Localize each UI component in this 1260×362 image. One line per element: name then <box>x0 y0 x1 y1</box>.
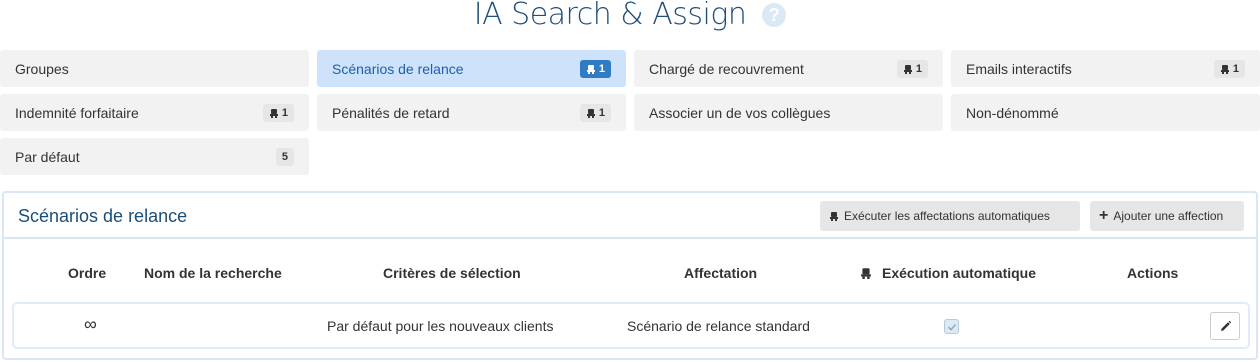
count-badge: 1 <box>1213 59 1245 78</box>
panel-header: Scénarios de relance Exécuter les affect… <box>4 193 1256 239</box>
group-item-emails-interactifs[interactable]: Emails interactifs 1 <box>951 50 1260 87</box>
group-item-non-denomme[interactable]: Non-dénommé <box>951 94 1260 131</box>
column-header-ordre: Ordre <box>68 265 107 281</box>
order-cell: ∞ <box>84 314 97 334</box>
group-item-label: Par défaut <box>15 148 80 165</box>
group-item-label: Indemnité forfaitaire <box>15 104 139 121</box>
robot-icon <box>269 108 279 118</box>
count-badge: 1 <box>579 103 611 122</box>
robot-icon <box>1220 64 1230 74</box>
robot-icon <box>903 64 913 74</box>
robot-icon <box>586 108 596 118</box>
execute-button-label: Exécuter les affectations automatiques <box>844 209 1050 223</box>
group-item-label: Non-dénommé <box>966 104 1059 121</box>
group-item-penalites-de-retard[interactable]: Pénalités de retard 1 <box>317 94 626 131</box>
robot-icon <box>860 267 872 279</box>
column-header-actions: Actions <box>1127 265 1179 281</box>
column-header-nom: Nom de la recherche <box>144 265 282 281</box>
badge-count: 5 <box>281 150 288 163</box>
group-item-label: Groupes <box>15 60 69 77</box>
group-item-label: Scénarios de relance <box>332 60 464 77</box>
edit-button[interactable] <box>1210 312 1240 340</box>
robot-icon <box>829 211 839 221</box>
execute-auto-assignments-button[interactable]: Exécuter les affectations automatiques <box>820 201 1080 231</box>
criteria-cell: Par défaut pour les nouveaux clients <box>327 318 554 334</box>
group-item-label: Emails interactifs <box>966 60 1072 77</box>
group-item-label: Pénalités de retard <box>332 104 450 121</box>
page-title: IA Search & Assign <box>473 0 747 32</box>
count-badge: 1 <box>262 103 294 122</box>
badge-count: 1 <box>281 106 288 119</box>
question-circle-icon[interactable]: ? <box>762 3 787 27</box>
badge-count: 1 <box>915 62 922 75</box>
count-badge: 5 <box>275 147 294 166</box>
badge-count: 1 <box>598 62 605 75</box>
group-item-par-defaut[interactable]: Par défaut 5 <box>0 138 309 175</box>
title-row: IA Search & Assign ? <box>0 0 1260 36</box>
column-header-execution: Exécution automatique <box>860 265 1036 281</box>
group-item-indemnite-forfaitaire[interactable]: Indemnité forfaitaire 1 <box>0 94 309 131</box>
robot-icon <box>586 64 596 74</box>
count-badge: 1 <box>896 59 928 78</box>
assignment-cell: Scénario de relance standard <box>627 318 810 334</box>
group-item-label: Associer un de vos collègues <box>649 104 831 121</box>
badge-count: 1 <box>1232 62 1239 75</box>
group-item-scenarios-de-relance[interactable]: Scénarios de relance 1 <box>317 50 626 87</box>
add-assignment-button[interactable]: + Ajouter une affection <box>1090 201 1244 231</box>
panel-title: Scénarios de relance <box>18 206 188 226</box>
auto-execution-checkbox[interactable] <box>944 319 959 334</box>
group-item-associer-collegues[interactable]: Associer un de vos collègues <box>634 94 943 131</box>
group-item-charge-de-recouvrement[interactable]: Chargé de recouvrement 1 <box>634 50 943 87</box>
count-badge: 1 <box>579 59 611 78</box>
check-icon <box>947 323 956 331</box>
group-item-label: Chargé de recouvrement <box>649 60 804 77</box>
scenarios-panel: Scénarios de relance Exécuter les affect… <box>2 191 1258 360</box>
table-row: ∞ Par défaut pour les nouveaux clients S… <box>12 302 1250 349</box>
add-button-label: Ajouter une affection <box>1113 209 1224 223</box>
plus-icon: + <box>1099 207 1109 224</box>
pencil-icon <box>1220 320 1231 331</box>
column-header-affectation: Affectation <box>684 265 758 281</box>
badge-count: 1 <box>598 106 605 119</box>
column-header-criteres: Critères de sélection <box>383 265 521 281</box>
group-item-groupes[interactable]: Groupes <box>0 50 309 87</box>
column-header-execution-label: Exécution automatique <box>882 265 1037 281</box>
